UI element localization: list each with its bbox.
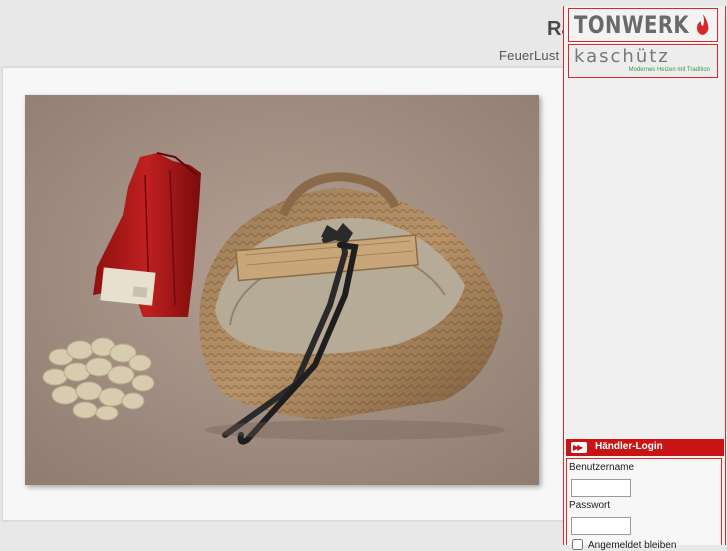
kaschuetz-logo[interactable]: kaschütz Modernes Heizen mit Tradition xyxy=(568,44,718,78)
username-input[interactable] xyxy=(571,479,631,497)
double-chevron-right-icon: ▶▶ xyxy=(571,442,587,453)
product-photo-image xyxy=(25,95,539,485)
tonwerk-wordmark: TONWERK xyxy=(574,11,690,39)
product-photo xyxy=(25,95,539,485)
password-input[interactable] xyxy=(571,517,631,535)
username-label: Benutzername xyxy=(569,462,635,473)
kaschuetz-tagline: Modernes Heizen mit Tradition xyxy=(628,67,710,73)
kaschuetz-wordmark: kaschütz xyxy=(574,46,670,67)
dealer-login-header: ▶▶ Händler-Login xyxy=(566,439,724,456)
dealer-login-form: Benutzername Passwort Angemeldet bleiben xyxy=(566,458,722,551)
page-subtitle: FeuerLust + xyxy=(499,48,571,63)
password-label: Passwort xyxy=(569,500,611,511)
dealer-login-title: Händler-Login xyxy=(595,441,663,452)
flame-icon xyxy=(697,14,709,35)
remember-me-label: Angemeldet bleiben xyxy=(588,540,677,551)
tonwerk-logo[interactable]: TONWERK xyxy=(568,8,718,42)
